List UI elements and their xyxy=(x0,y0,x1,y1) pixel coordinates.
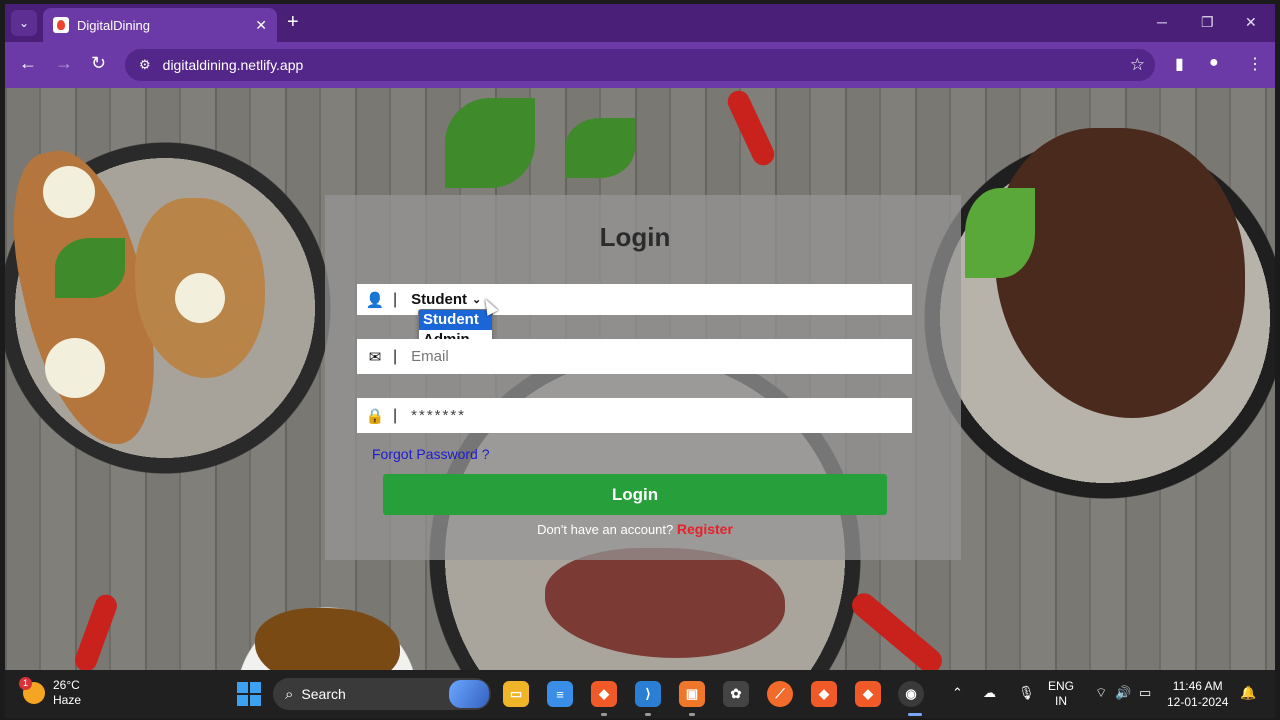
window-close-icon[interactable]: ✕ xyxy=(1245,14,1257,31)
chili xyxy=(847,588,947,670)
email-field[interactable]: ✉ | xyxy=(357,339,912,374)
herb-leaf xyxy=(565,118,635,178)
forgot-password-link[interactable]: Forgot Password ? xyxy=(372,446,490,462)
weather-widget[interactable]: 1 26°C Haze xyxy=(19,677,82,708)
url-text: digitaldining.netlify.app xyxy=(162,57,304,73)
herb-leaf xyxy=(445,98,535,188)
file-explorer-icon[interactable]: ▭ xyxy=(503,681,529,707)
food-garnish xyxy=(45,338,105,398)
tab-title: DigitalDining xyxy=(77,17,150,33)
back-arrow-icon[interactable]: ← xyxy=(19,54,37,72)
chili xyxy=(71,591,121,670)
lang-top: ENG xyxy=(1048,679,1075,693)
search-label: Search xyxy=(301,686,346,702)
field-separator: | xyxy=(393,347,398,365)
signup-row: Don't have an account? Register xyxy=(0,521,1270,537)
field-separator: | xyxy=(393,290,398,308)
battery-icon[interactable]: ▭ xyxy=(1139,685,1151,701)
kebab-menu-icon[interactable]: ⋮ xyxy=(1247,54,1263,74)
notepad-icon[interactable]: ≡ xyxy=(547,681,573,707)
field-separator: | xyxy=(393,406,398,424)
language-indicator[interactable]: ENG IN xyxy=(1048,679,1074,709)
reload-icon[interactable]: ↻ xyxy=(91,54,106,72)
role-option-student[interactable]: Student xyxy=(419,310,492,330)
show-hidden-icons[interactable]: ⌃ xyxy=(952,685,963,701)
notification-badge: 1 xyxy=(19,677,32,690)
windows-taskbar: 1 26°C Haze ⌕ Search ▭ ≡ ◆ ⟩ ▣ ✿ ⟋ ◆ ◆ ◉… xyxy=(5,670,1275,718)
chevron-down-icon: ⌄ xyxy=(471,294,482,306)
brave-icon[interactable]: ◆ xyxy=(591,681,617,707)
browser-tab-bar: ⌄ DigitalDining ✕ + ─ ❐ ✕ xyxy=(5,4,1275,42)
forward-arrow-icon[interactable]: → xyxy=(55,54,73,72)
openai-icon[interactable]: ✿ xyxy=(723,681,749,707)
notification-bell-icon[interactable]: 🔔 xyxy=(1240,685,1256,701)
bookmark-star-icon[interactable]: ☆ xyxy=(1130,55,1145,75)
password-input[interactable]: ******* xyxy=(411,407,466,424)
vscode-icon[interactable]: ⟩ xyxy=(635,681,661,707)
weather-temp: 26°C xyxy=(53,678,80,692)
system-clock[interactable]: 11:46 AM 12-01-2024 xyxy=(1167,678,1228,710)
chili xyxy=(724,88,778,169)
profile-icon[interactable]: ● xyxy=(1209,54,1219,72)
app-running-indicator xyxy=(645,713,651,716)
onedrive-icon[interactable]: ☁ xyxy=(983,685,996,701)
postman-icon[interactable]: ⟋ xyxy=(767,681,793,707)
lang-bottom: IN xyxy=(1055,694,1067,708)
tab-list-icon[interactable]: ⌄ xyxy=(11,10,37,36)
app-running-indicator xyxy=(601,713,607,716)
login-title: Login xyxy=(599,222,671,252)
chrome-icon[interactable]: ◉ xyxy=(898,681,924,707)
login-button[interactable]: Login xyxy=(383,474,887,515)
brave-icon[interactable]: ◆ xyxy=(811,681,837,707)
page-background xyxy=(5,88,1275,670)
lock-icon: 🔒 xyxy=(365,407,385,425)
favicon-icon xyxy=(53,17,69,33)
tab-close-icon[interactable]: ✕ xyxy=(255,17,267,34)
address-bar[interactable]: ⚙ digitaldining.netlify.app ☆ xyxy=(125,49,1155,81)
weather-sun-icon: 1 xyxy=(19,677,45,704)
signup-prompt: Don't have an account? xyxy=(537,522,674,537)
app-running-indicator xyxy=(689,713,695,716)
restore-icon[interactable]: ❐ xyxy=(1201,14,1214,31)
browser-tab-active[interactable]: DigitalDining ✕ xyxy=(43,8,277,42)
role-select[interactable]: Student ⌄ xyxy=(411,291,481,308)
envelope-icon: ✉ xyxy=(368,348,382,366)
clock-time: 11:46 AM xyxy=(1172,679,1223,693)
site-info-icon[interactable]: ⚙ xyxy=(139,57,151,73)
role-selected-value: Student xyxy=(411,291,467,308)
clock-date: 12-01-2024 xyxy=(1167,695,1229,709)
food-steak xyxy=(995,128,1245,418)
sidebar-icon[interactable]: ▮ xyxy=(1175,54,1184,74)
volume-icon[interactable]: 🔊 xyxy=(1115,685,1131,701)
register-link[interactable]: Register xyxy=(677,521,733,537)
search-highlight-icon xyxy=(449,680,489,708)
brave-icon[interactable]: ◆ xyxy=(855,681,881,707)
search-icon: ⌕ xyxy=(285,685,294,703)
food-garnish xyxy=(43,166,95,218)
taskbar-search[interactable]: ⌕ Search xyxy=(273,678,491,710)
user-icon: 👤 xyxy=(365,291,385,309)
app-active-indicator xyxy=(908,713,922,716)
screen: ⌄ DigitalDining ✕ + ─ ❐ ✕ ← → ↻ ⚙ digita… xyxy=(0,0,1280,720)
microphone-icon[interactable]: 🎙 xyxy=(1018,685,1035,701)
sauce-bowl xyxy=(255,608,400,670)
browser-toolbar: ← → ↻ ⚙ digitaldining.netlify.app ☆ ▮ ● … xyxy=(5,42,1275,88)
wifi-icon[interactable]: ⌔ xyxy=(1095,685,1107,701)
food-garnish xyxy=(175,273,225,323)
minimize-icon[interactable]: ─ xyxy=(1157,14,1167,30)
email-input[interactable] xyxy=(411,348,882,365)
weather-desc: Haze xyxy=(53,693,82,707)
windows-start-icon[interactable] xyxy=(237,682,261,706)
new-tab-button[interactable]: + xyxy=(287,12,299,32)
app-icon[interactable]: ▣ xyxy=(679,681,705,707)
password-field[interactable]: 🔒 | ******* xyxy=(357,398,912,433)
food-steak-sliced xyxy=(545,548,785,658)
